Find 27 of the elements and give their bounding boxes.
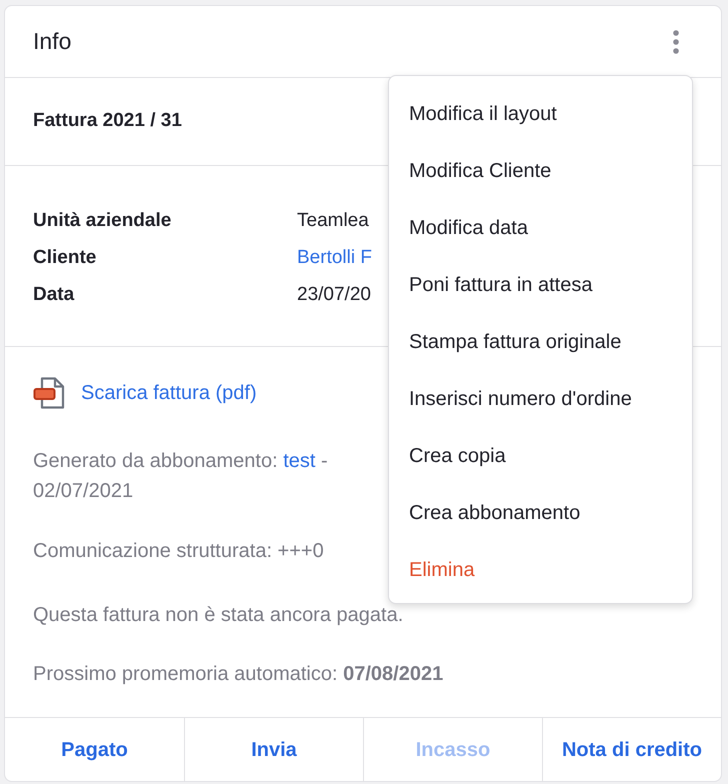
subscription-link[interactable]: test [283, 450, 316, 472]
field-label: Unità aziendale [33, 210, 172, 232]
menu-item[interactable]: Stampa fattura originale [389, 313, 692, 370]
menu-item[interactable]: Modifica Cliente [389, 142, 692, 199]
download-link[interactable]: Scarica fattura (pdf) [81, 378, 257, 408]
action-button[interactable]: Pagato [5, 718, 184, 781]
menu-item[interactable]: Elimina [389, 541, 692, 598]
menu-item[interactable]: Crea copia [389, 427, 692, 484]
menu-item[interactable]: Poni fattura in attesa [389, 256, 692, 313]
info-note: Comunicazione strutturata: +++0 [33, 539, 324, 564]
field-label: Cliente [33, 247, 96, 268]
field-value: 23/07/20 [297, 283, 371, 308]
menu-item[interactable]: Modifica il layout [389, 85, 692, 142]
action-button[interactable]: Nota di credito [542, 718, 721, 781]
invoice-title: Fattura 2021 / 31 [33, 109, 182, 134]
info-note: Questa fattura non è stata ancora pagata. [33, 603, 404, 628]
menu-item[interactable]: Modifica data [389, 199, 692, 256]
vertical-dots-icon [673, 30, 679, 54]
action-button[interactable]: Invia [184, 718, 363, 781]
info-note: Prossimo promemoria automatico: 07/08/2021 [33, 662, 444, 687]
card-title: Info [33, 27, 72, 56]
field-label: Data [33, 284, 74, 306]
client-link[interactable]: Bertolli F [297, 244, 372, 273]
field-value: Teamlea [297, 209, 369, 234]
menu-item[interactable]: Inserisci numero d'ordine [389, 370, 692, 427]
subscription-note: Generato da abbonamento: test - 02/07/2021 [33, 449, 328, 504]
menu-item[interactable]: Crea abbonamento [389, 484, 692, 541]
